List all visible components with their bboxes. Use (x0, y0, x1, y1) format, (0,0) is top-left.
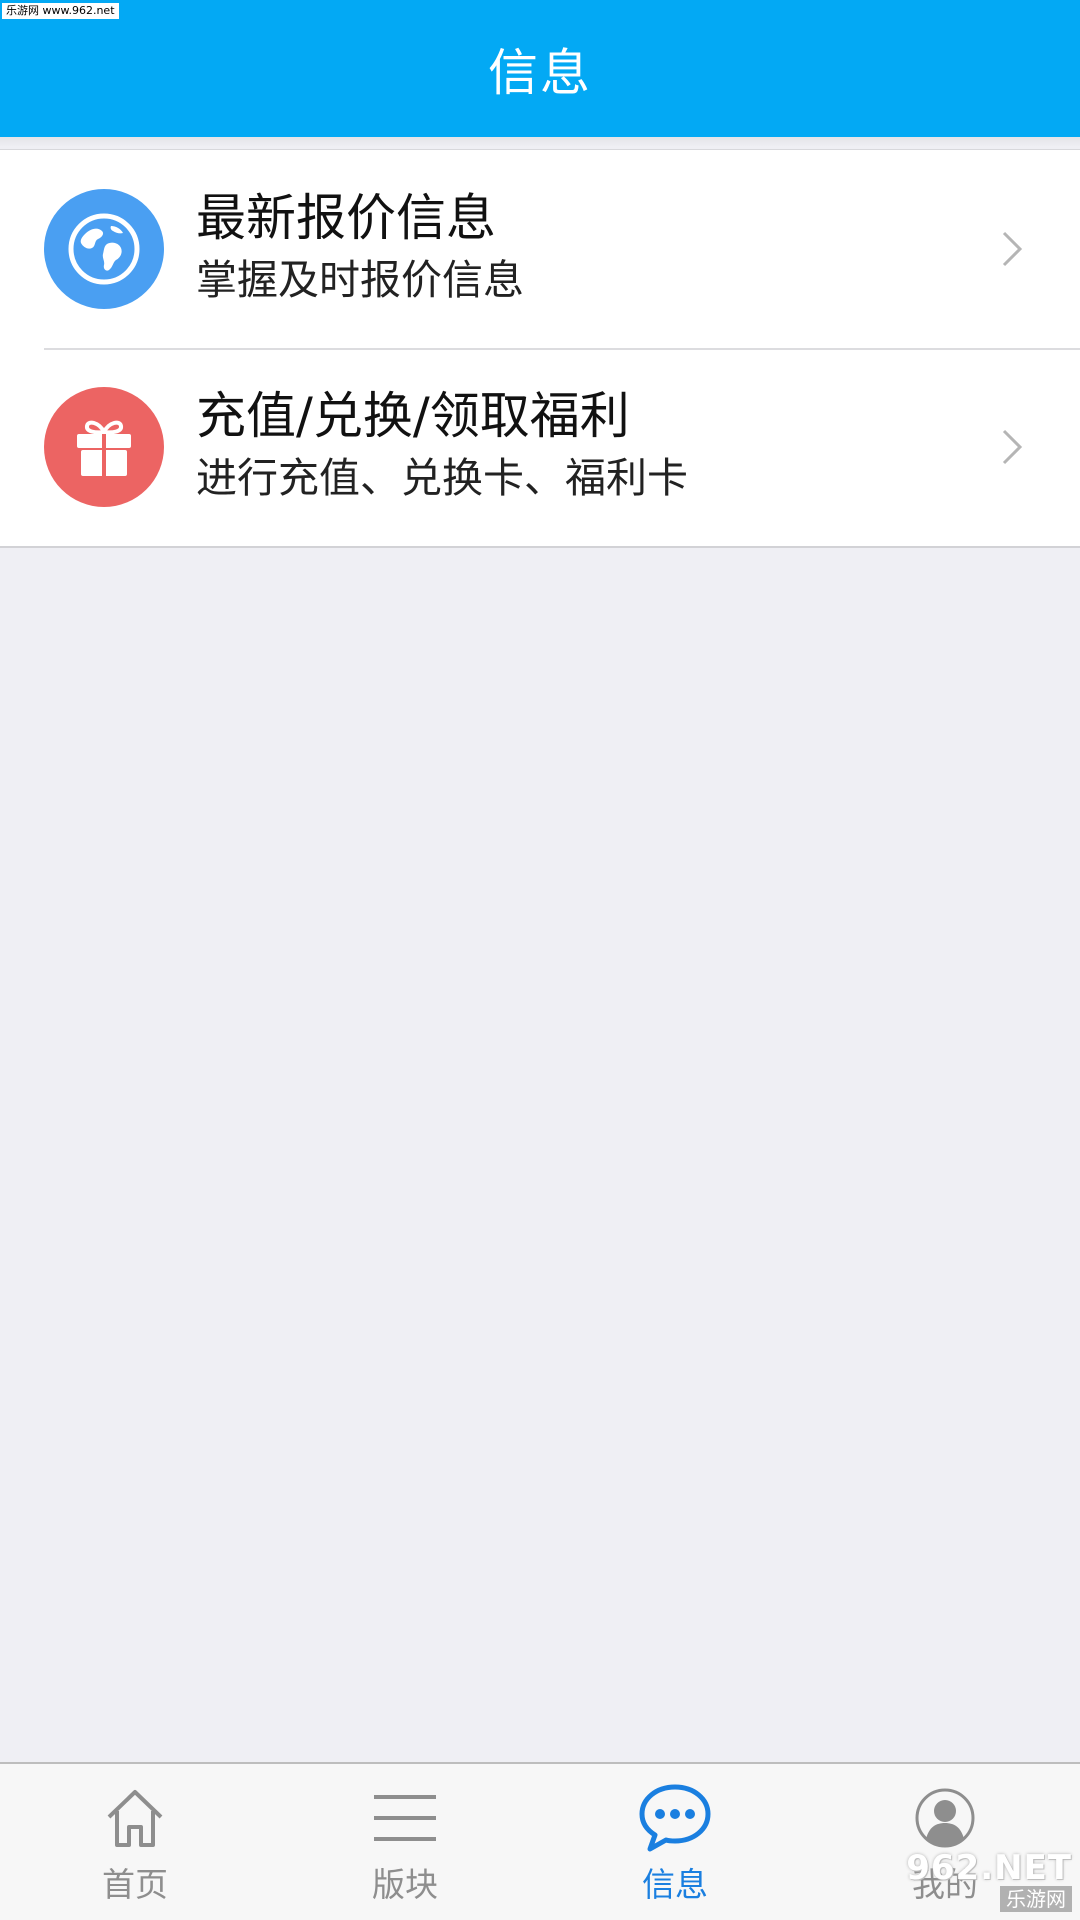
chat-bubble-icon-wrap (638, 1782, 712, 1854)
item-text: 最新报价信息 掌握及时报价信息 (196, 188, 524, 306)
tab-home[interactable]: 首页 (0, 1764, 270, 1920)
page-title: 信息 (488, 43, 592, 102)
menu-lines-icon (374, 1795, 436, 1841)
tab-sections[interactable]: 版块 (270, 1764, 540, 1920)
list-item-recharge-redeem[interactable]: 充值/兑换/领取福利 进行充值、兑换卡、福利卡 (0, 348, 1080, 546)
item-title: 充值/兑换/领取福利 (196, 387, 630, 445)
list-item-latest-quotes[interactable]: 最新报价信息 掌握及时报价信息 (0, 150, 1080, 348)
chevron-right-icon (1002, 231, 1023, 267)
info-list: 最新报价信息 掌握及时报价信息 充值/兑换/领取福利 进行充值、兑换卡、福利卡 (0, 149, 1080, 548)
chevron-right-icon (1002, 429, 1023, 465)
home-icon-wrap (105, 1782, 165, 1854)
menu-lines-icon-wrap (372, 1782, 438, 1854)
tab-label: 首页 (102, 1865, 168, 1904)
home-icon (107, 1790, 163, 1847)
tab-label: 信息 (642, 1865, 708, 1904)
app-screen: 乐游网 www.962.net 信息 最新报价信息 掌握及时报价信息 充值/兑换… (0, 0, 1080, 1920)
globe-icon-badge (44, 189, 164, 309)
tab-label: 版块 (372, 1865, 438, 1904)
tab-messages[interactable]: 信息 (540, 1764, 810, 1920)
item-subtitle: 掌握及时报价信息 (196, 256, 524, 304)
chat-bubble-icon (639, 1784, 711, 1852)
globe-icon (68, 213, 140, 285)
watermark-bottom: 962.NET 乐游网 (906, 1850, 1072, 1912)
header-bar: 信息 (0, 0, 1080, 137)
user-avatar-icon (915, 1788, 975, 1848)
item-title: 最新报价信息 (196, 189, 496, 247)
user-avatar-icon-wrap (914, 1782, 976, 1854)
header-divider (0, 137, 1080, 147)
watermark-logo: 962.NET (906, 1848, 1072, 1888)
gift-icon-badge (44, 387, 164, 507)
gift-icon (77, 420, 131, 476)
item-text: 充值/兑换/领取福利 进行充值、兑换卡、福利卡 (196, 386, 688, 504)
watermark-sub: 乐游网 (1000, 1886, 1072, 1912)
item-subtitle: 进行充值、兑换卡、福利卡 (196, 454, 688, 502)
watermark-top: 乐游网 www.962.net (2, 3, 119, 19)
